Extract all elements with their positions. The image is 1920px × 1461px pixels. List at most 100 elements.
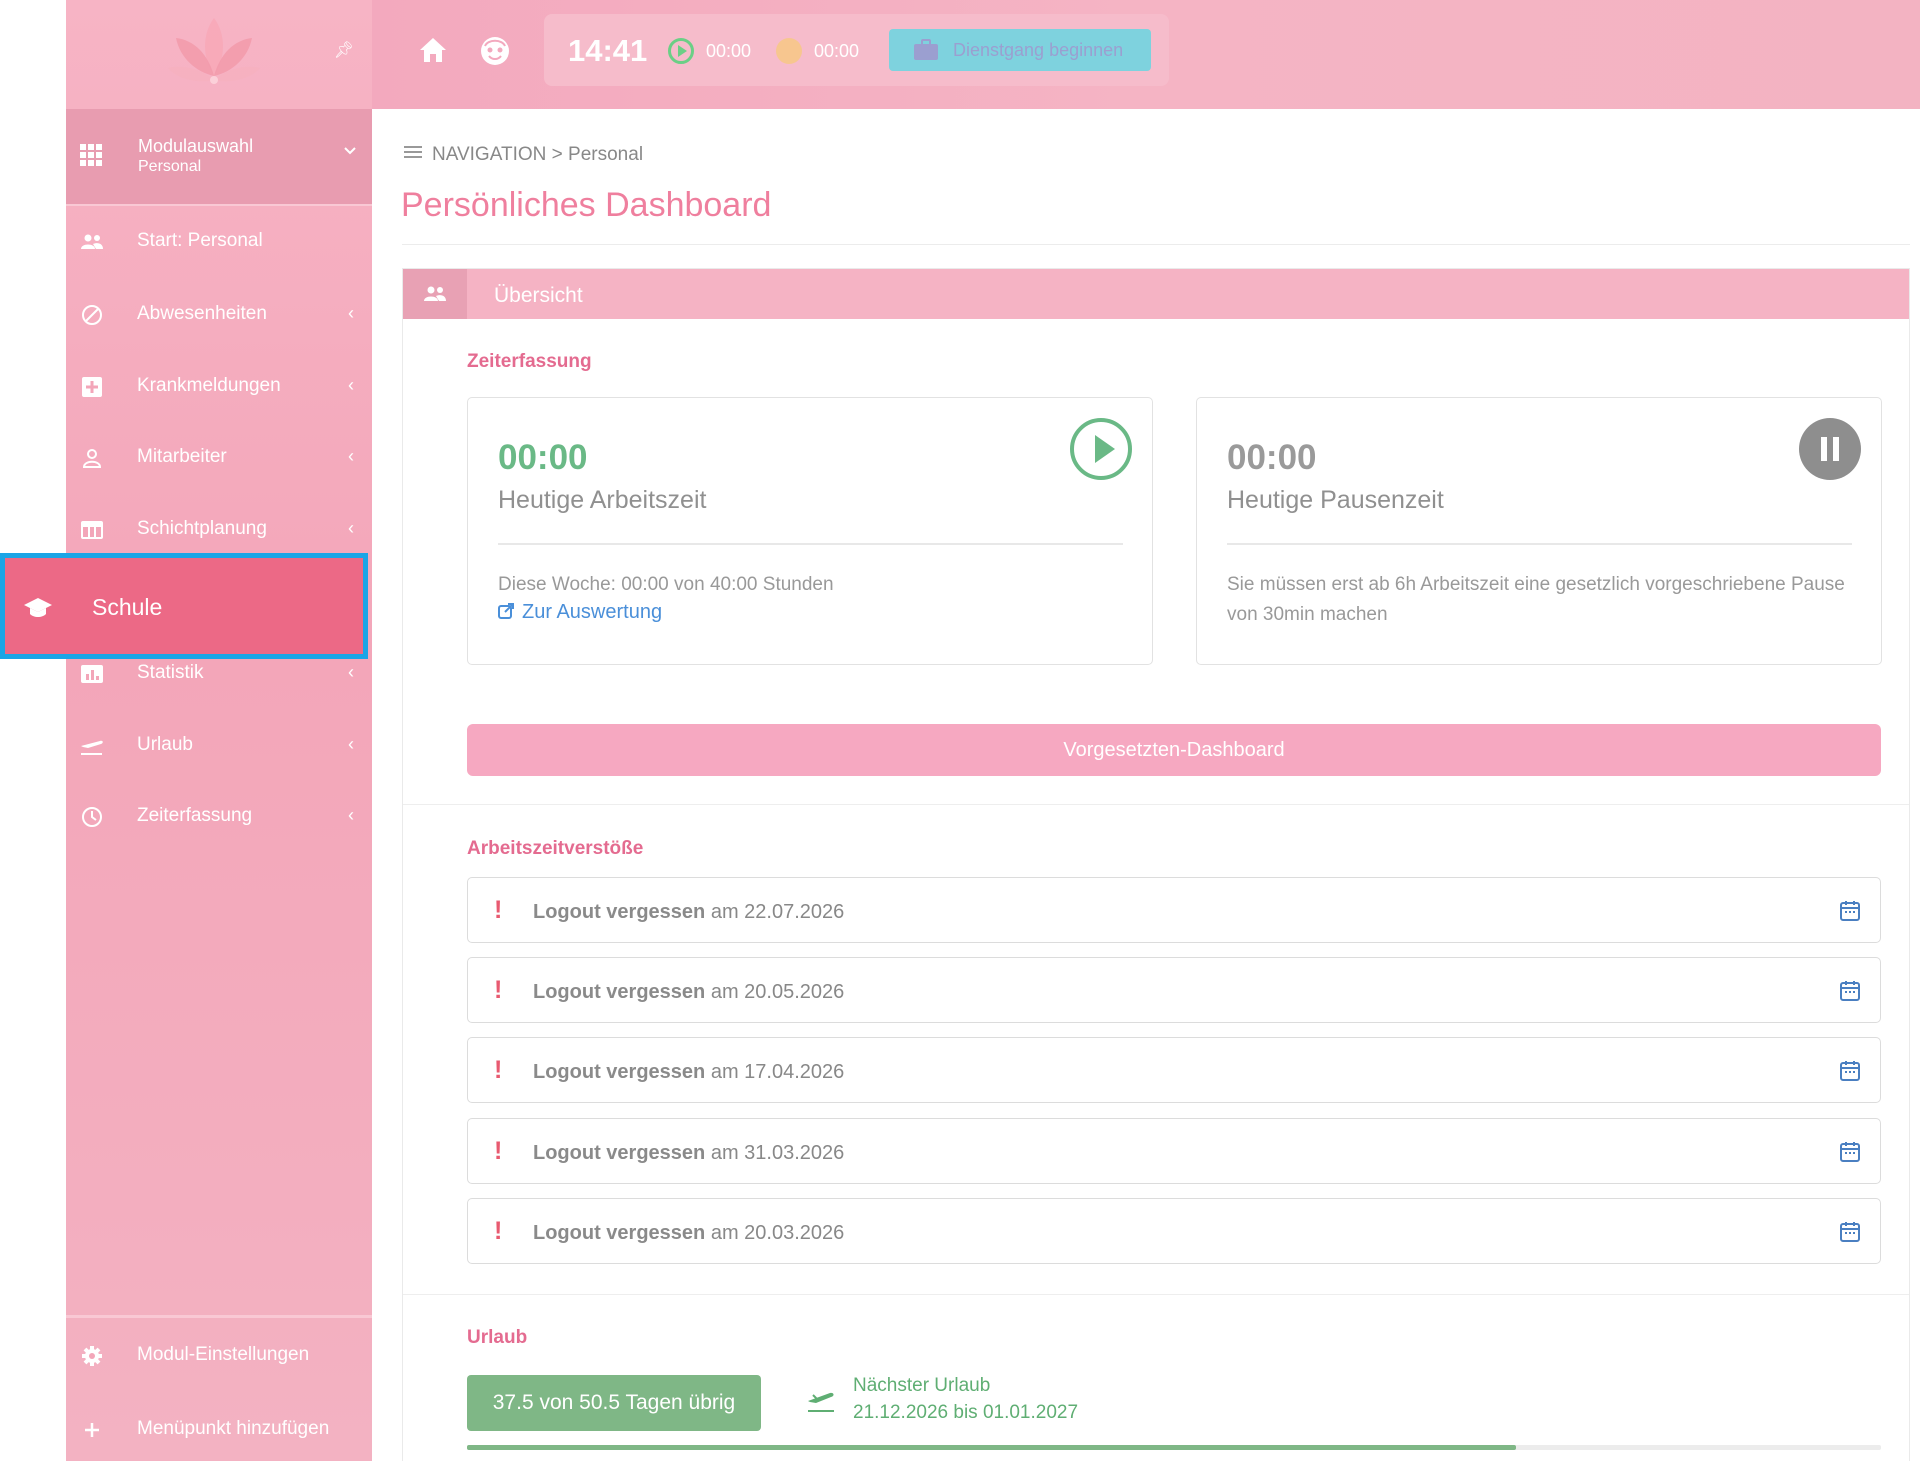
plus-icon: [80, 1419, 104, 1441]
divider: [66, 204, 372, 206]
users-icon: [80, 231, 104, 253]
sidebar-item-label: Abwesenheiten: [137, 303, 267, 324]
calendar-icon[interactable]: [1840, 900, 1860, 926]
pin-icon[interactable]: 📌︎: [334, 40, 354, 60]
chevron-left-icon: ‹: [348, 303, 354, 323]
play-icon[interactable]: [1070, 418, 1132, 480]
pause-icon[interactable]: [1799, 418, 1861, 480]
dienstgang-label: Dienstgang beginnen: [953, 40, 1124, 60]
violation-row[interactable]: ! Logout vergessen am 17.04.2026: [467, 1037, 1881, 1103]
calendar-icon[interactable]: [1840, 1060, 1860, 1086]
violation-date: am 20.05.2026: [710, 981, 845, 1003]
medical-plus-icon: [80, 376, 104, 398]
top-bar: 14:41 00:00 00:00 Dienstgang beginnen: [372, 0, 1920, 109]
sidebar-item-label: Krankmeldungen: [137, 375, 281, 396]
violation-text: Logout vergessen am 20.03.2026: [533, 1222, 844, 1245]
break-time-value: 00:00: [1227, 438, 1317, 477]
sidebar-item-label: Start: Personal: [137, 230, 263, 251]
violation-row[interactable]: ! Logout vergessen am 20.03.2026: [467, 1198, 1881, 1264]
hamburger-icon[interactable]: [404, 146, 422, 158]
sidebar-item-label: Mitarbeiter: [137, 446, 227, 467]
section-title-violations: Arbeitszeitverstöße: [467, 838, 644, 859]
grid-icon: [80, 144, 102, 166]
violation-text: Logout vergessen am 20.05.2026: [533, 981, 844, 1004]
smiley-icon[interactable]: [480, 36, 510, 71]
sidebar-item-label: Urlaub: [137, 734, 193, 755]
exclamation-icon: !: [494, 1056, 503, 1084]
panel-title: Übersicht: [494, 284, 583, 307]
sidebar-item-urlaub[interactable]: Urlaub ‹: [66, 716, 372, 776]
section-title-zeiterfassung: Zeiterfassung: [467, 351, 592, 372]
divider: [498, 543, 1123, 545]
work-time-value: 00:00: [498, 438, 588, 477]
vacation-remaining-badge: 37.5 von 50.5 Tagen übrig: [467, 1375, 761, 1431]
calendar-icon[interactable]: [1840, 1221, 1860, 1247]
chevron-left-icon: ‹: [348, 518, 354, 538]
vacation-progress-bar: [467, 1445, 1881, 1450]
module-title: Modulauswahl: [138, 136, 254, 156]
user-icon: [80, 447, 104, 469]
work-time-value: 00:00: [706, 41, 752, 61]
sidebar-item-label: Schichtplanung: [137, 518, 267, 539]
sidebar-item-modul-einstellungen[interactable]: Modul-Einstellungen: [66, 1326, 372, 1386]
exclamation-icon: !: [494, 1217, 503, 1245]
breadcrumb-root[interactable]: NAVIGATION: [432, 144, 546, 165]
chevron-left-icon: ‹: [348, 805, 354, 825]
page-title: Persönliches Dashboard: [401, 186, 772, 224]
evaluation-link-label[interactable]: Zur Auswertung: [522, 601, 662, 623]
time-tracker-box: 14:41 00:00 00:00 Dienstgang beginnen: [544, 14, 1169, 86]
violation-row[interactable]: ! Logout vergessen am 22.07.2026: [467, 877, 1881, 943]
ban-icon: [80, 304, 104, 326]
clock-icon: [80, 806, 104, 828]
supervisor-dashboard-button[interactable]: Vorgesetzten-Dashboard: [467, 724, 1881, 776]
sidebar-logo-area: 📌︎: [66, 0, 372, 109]
evaluation-link[interactable]: Zur Auswertung: [498, 601, 662, 624]
dienstgang-button[interactable]: Dienstgang beginnen: [889, 29, 1151, 71]
next-vacation-dates: 21.12.2026 bis 01.01.2027: [853, 1402, 1079, 1423]
divider: [402, 244, 1910, 245]
calendar-icon[interactable]: [1840, 1141, 1860, 1167]
sidebar-item-label: Schule: [92, 594, 163, 620]
violation-row[interactable]: ! Logout vergessen am 20.05.2026: [467, 957, 1881, 1023]
exclamation-icon: !: [494, 896, 503, 924]
module-selector[interactable]: Modulauswahl Personal: [66, 109, 372, 204]
violation-type: Logout vergessen: [533, 981, 706, 1003]
overview-panel: Übersicht Zeiterfassung 00:00 Heutige Ar…: [402, 268, 1910, 1461]
sidebar-item-zeiterfassung[interactable]: Zeiterfassung ‹: [66, 787, 372, 847]
violation-text: Logout vergessen am 17.04.2026: [533, 1061, 844, 1084]
sidebar-item-start-personal[interactable]: Start: Personal: [66, 212, 372, 272]
sidebar-item-label: Zeiterfassung: [137, 805, 253, 826]
violation-row[interactable]: ! Logout vergessen am 31.03.2026: [467, 1118, 1881, 1184]
sidebar-item-menuepunkt-hinzufuegen[interactable]: Menüpunkt hinzufügen: [66, 1400, 372, 1460]
work-time-label: Heutige Arbeitszeit: [498, 486, 707, 514]
violation-date: am 17.04.2026: [710, 1061, 845, 1083]
sidebar-item-mitarbeiter[interactable]: Mitarbeiter ‹: [66, 428, 372, 488]
graduation-cap-icon: [23, 596, 53, 625]
home-icon[interactable]: [418, 36, 448, 69]
sidebar-item-label: Menüpunkt hinzufügen: [137, 1418, 330, 1439]
sidebar-item-schule[interactable]: Schule: [0, 553, 368, 659]
chevron-left-icon: ‹: [348, 375, 354, 395]
calendar-icon[interactable]: [1840, 980, 1860, 1006]
violation-date: am 31.03.2026: [710, 1142, 845, 1164]
users-icon: [403, 269, 467, 319]
briefcase-icon: [913, 39, 939, 66]
break-time-card: 00:00 Heutige Pausenzeit Sie müssen erst…: [1196, 397, 1882, 665]
divider: [1227, 543, 1852, 545]
break-time-label: Heutige Pausenzeit: [1227, 486, 1444, 514]
chevron-left-icon: ‹: [348, 446, 354, 466]
sidebar-item-krankmeldungen[interactable]: Krankmeldungen ‹: [66, 357, 372, 417]
break-coffee-icon[interactable]: [776, 38, 802, 64]
sidebar-item-abwesenheiten[interactable]: Abwesenheiten ‹: [66, 285, 372, 345]
table-icon: [80, 519, 104, 541]
external-link-icon: [498, 603, 514, 619]
sidebar-item-schichtplanung[interactable]: Schichtplanung ‹: [66, 500, 372, 560]
vacation-progress-fill: [467, 1445, 1517, 1450]
lotus-logo-icon: [168, 18, 260, 84]
violation-text: Logout vergessen am 22.07.2026: [533, 901, 844, 924]
work-time-card: 00:00 Heutige Arbeitszeit Diese Woche: 0…: [467, 397, 1153, 665]
violation-text: Logout vergessen am 31.03.2026: [533, 1142, 844, 1165]
plane-departure-icon: [806, 1387, 836, 1418]
work-play-icon[interactable]: [668, 38, 694, 64]
exclamation-icon: !: [494, 1137, 503, 1165]
